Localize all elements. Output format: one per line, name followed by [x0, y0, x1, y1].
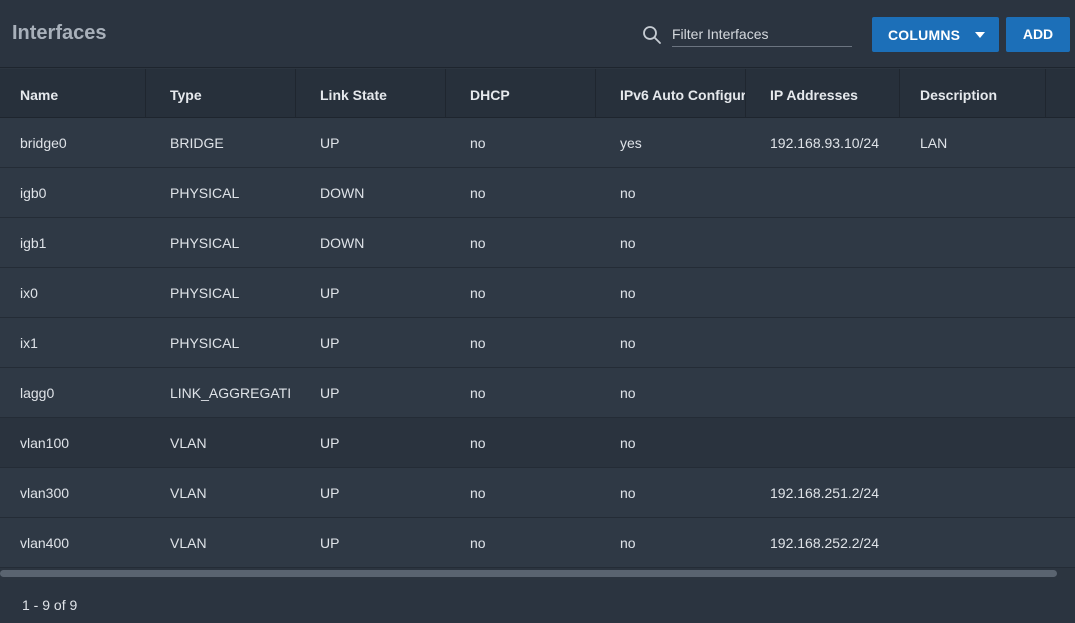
table-cell: UP	[320, 335, 340, 351]
table-cell: PHYSICAL	[170, 185, 240, 201]
table-row[interactable]: ix0 PHYSICAL UP no no	[0, 268, 1075, 318]
column-header[interactable]: Link State	[300, 69, 446, 117]
table-row[interactable]: vlan400 VLAN UP no no 192.168.252.2/24	[0, 518, 1075, 568]
table-cell: vlan400	[20, 535, 70, 551]
table-cell	[900, 518, 1050, 568]
table-cell: PHYSICAL	[170, 335, 240, 351]
table-cell: igb0	[20, 185, 47, 201]
table-cell	[750, 318, 900, 368]
table-cell: no	[620, 535, 636, 551]
table-cell: no	[470, 435, 486, 451]
columns-button[interactable]: COLUMNS	[872, 17, 999, 52]
table-cell: no	[470, 385, 486, 401]
table-cell: 192.168.93.10/24	[770, 135, 879, 151]
add-button[interactable]: ADD	[1006, 17, 1070, 52]
table-cell: LINK_AGGREGATI	[170, 385, 292, 401]
table-cell: DOWN	[320, 185, 365, 201]
table-cell	[750, 418, 900, 468]
table-cell: no	[470, 335, 486, 351]
table-row[interactable]: igb0 PHYSICAL DOWN no no	[0, 168, 1075, 218]
table-cell: no	[470, 285, 486, 301]
columns-button-label: COLUMNS	[888, 27, 961, 43]
table-cell: no	[620, 285, 636, 301]
table-cell	[900, 268, 1050, 318]
table-footer: 1 - 9 of 9	[0, 580, 1075, 623]
table-cell: no	[470, 235, 486, 251]
table-cell	[900, 168, 1050, 218]
table-cell: no	[620, 435, 636, 451]
table-cell: vlan100	[20, 435, 70, 451]
table-cell: no	[620, 185, 636, 201]
table-cell: lagg0	[20, 385, 55, 401]
table-cell: no	[470, 135, 486, 151]
table-cell: no	[470, 185, 486, 201]
column-header[interactable]: IP Addresses	[750, 69, 900, 117]
table-cell: UP	[320, 485, 340, 501]
table-cell: no	[620, 335, 636, 351]
column-header-spacer	[1046, 69, 1075, 117]
page-header: Interfaces COLUMNS ADD	[0, 0, 1075, 68]
table-cell: igb1	[20, 235, 47, 251]
table-cell	[750, 368, 900, 418]
column-header[interactable]: IPv6 Auto Configure	[600, 69, 746, 117]
pagination-range: 1 - 9 of 9	[22, 597, 78, 613]
table-cell: ix1	[20, 335, 38, 351]
column-header[interactable]: Description	[900, 69, 1046, 117]
table-cell: PHYSICAL	[170, 285, 240, 301]
table-cell: VLAN	[170, 535, 207, 551]
table-row[interactable]: lagg0 LINK_AGGREGATI UP no no	[0, 368, 1075, 418]
table-row[interactable]: igb1 PHYSICAL DOWN no no	[0, 218, 1075, 268]
table-cell: no	[470, 485, 486, 501]
table-cell: PHYSICAL	[170, 235, 240, 251]
search-icon[interactable]	[642, 25, 662, 45]
table-cell: VLAN	[170, 435, 207, 451]
table-cell: UP	[320, 535, 340, 551]
table-cell: vlan300	[20, 485, 70, 501]
table-cell: DOWN	[320, 235, 365, 251]
table-cell: UP	[320, 435, 340, 451]
table-body: bridge0 BRIDGE UP no yes 192.168.93.10/24 LAN i…	[0, 118, 1075, 568]
table-cell: ix0	[20, 285, 38, 301]
table-cell	[750, 168, 900, 218]
table-cell	[900, 418, 1050, 468]
table-cell	[750, 268, 900, 318]
horizontal-scrollbar[interactable]	[0, 570, 1057, 577]
table-cell: no	[620, 235, 636, 251]
table-cell: UP	[320, 135, 340, 151]
table-row[interactable]: vlan300 VLAN UP no no 192.168.251.2/24	[0, 468, 1075, 518]
table-cell	[750, 218, 900, 268]
table-cell: no	[620, 485, 636, 501]
table-cell: yes	[620, 135, 642, 151]
table-cell	[900, 468, 1050, 518]
column-header[interactable]: Name	[0, 69, 146, 117]
table-row[interactable]: bridge0 BRIDGE UP no yes 192.168.93.10/24 LAN	[0, 118, 1075, 168]
table-cell: no	[620, 385, 636, 401]
table-header: Name Type Link State DHCP IPv6 Auto Configur…	[0, 69, 1075, 118]
interfaces-page: Interfaces COLUMNS ADD NameTypeLink Stat…	[0, 0, 1075, 623]
table-cell	[900, 368, 1050, 418]
table-cell: UP	[320, 385, 340, 401]
table-cell: bridge0	[20, 135, 67, 151]
table-cell: UP	[320, 285, 340, 301]
table-cell: VLAN	[170, 485, 207, 501]
table-cell	[900, 318, 1050, 368]
table-cell: no	[470, 535, 486, 551]
table-cell: 192.168.251.2/24	[770, 485, 879, 501]
table-cell: LAN	[920, 135, 948, 151]
table-row[interactable]: ix1 PHYSICAL UP no no	[0, 318, 1075, 368]
table-cell: BRIDGE	[170, 135, 224, 151]
column-header[interactable]: DHCP	[450, 69, 596, 117]
filter-interfaces-input[interactable]	[672, 22, 852, 47]
chevron-down-icon[interactable]	[975, 32, 985, 38]
page-title: Interfaces	[12, 22, 107, 44]
table-cell: 192.168.252.2/24	[770, 535, 879, 551]
table-cell	[900, 218, 1050, 268]
table-row[interactable]: vlan100 VLAN UP no no	[0, 418, 1075, 468]
column-header[interactable]: Type	[150, 69, 296, 117]
